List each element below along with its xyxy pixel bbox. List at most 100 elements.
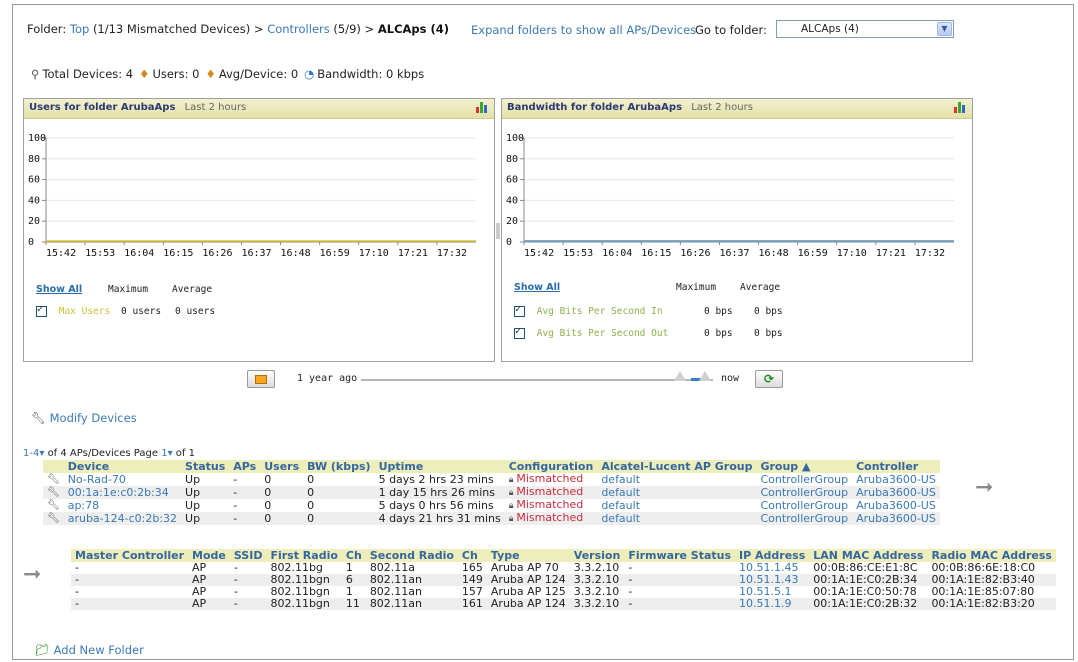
bar-chart-icon[interactable] xyxy=(476,102,488,113)
pager-page-chevron-down-icon[interactable]: ▾ xyxy=(168,448,173,459)
cell-text[interactable]: default xyxy=(601,512,640,525)
chevron-down-icon[interactable]: ▼ xyxy=(937,22,952,36)
wrench-icon[interactable]: 🔧︎ xyxy=(47,500,60,511)
breadcrumb-current: ALCAps (4) xyxy=(377,22,450,36)
cell-text[interactable]: default xyxy=(601,499,640,512)
cell-text: 0 xyxy=(307,498,315,512)
cell-text[interactable]: ControllerGroup xyxy=(760,499,848,512)
wrench-icon[interactable]: 🔧︎ xyxy=(47,474,60,485)
users-chart-range: Last 2 hours xyxy=(184,102,247,113)
table-cell[interactable]: 00:1a:1e:c0:2b:34 xyxy=(63,486,182,499)
breadcrumb: Folder: Top (1/13 Mismatched Devices) > … xyxy=(27,22,449,36)
time-range-slider[interactable] xyxy=(361,379,713,381)
column-header[interactable]: Alcatel-Lucent AP Group xyxy=(597,460,757,473)
cell-text[interactable]: aruba-124-c0:2b:32 xyxy=(68,512,177,525)
y-tick-label: 60 xyxy=(506,175,518,186)
table-cell: Aruba AP 124 xyxy=(486,598,570,610)
table-cell[interactable]: 10.51.1.9 xyxy=(735,597,810,610)
x-tick-label: 17:21 xyxy=(398,248,428,259)
column-header[interactable]: Controller xyxy=(852,460,940,473)
panel-splitter[interactable] xyxy=(496,223,500,239)
table-cell: - xyxy=(229,598,267,610)
table-cell[interactable]: ControllerGroup xyxy=(756,486,853,499)
table-row[interactable]: 🔧︎ 00:1a:1e:c0:2b:34 Up - 0 0 1 day 15 hrs 26 … xyxy=(43,486,940,499)
table-cell[interactable]: Aruba3600-US xyxy=(852,473,940,486)
cell-text: Mismatched xyxy=(516,498,584,511)
table-cell[interactable]: ControllerGroup xyxy=(756,512,853,525)
cell-text[interactable]: ap:78 xyxy=(68,499,99,512)
cell-text[interactable]: 10.51.1.9 xyxy=(739,597,791,610)
column-header[interactable]: Master Controller xyxy=(71,549,189,562)
table-row[interactable]: - AP - 802.11bgn 11 802.11an 161 Aruba AP 124 3.… xyxy=(71,598,1056,610)
bandwidth-stat: ◔ Bandwidth: 0 kbps xyxy=(304,67,425,81)
y-tick-label: 40 xyxy=(28,195,40,206)
add-new-folder[interactable]: 📁︎ Add New Folder xyxy=(35,643,144,657)
table-cell: - xyxy=(624,598,736,610)
cell-text[interactable]: 00:1a:1e:c0:2b:34 xyxy=(68,486,169,499)
table-cell[interactable]: Aruba3600-US xyxy=(852,512,940,525)
column-header[interactable]: BW (kbps) xyxy=(303,460,375,473)
pager-range-chevron-down-icon[interactable]: ▾ xyxy=(39,448,44,459)
row-action-cell[interactable]: 🔧︎ xyxy=(43,486,64,499)
x-tick-label: 15:53 xyxy=(85,248,115,259)
wrench-icon[interactable]: 🔧︎ xyxy=(47,487,60,498)
modify-devices[interactable]: 🔧︎ Modify Devices xyxy=(31,411,137,425)
goto-folder-select[interactable]: ALCAps (4) ▼ xyxy=(776,20,954,38)
cell-text[interactable]: Aruba3600-US xyxy=(856,499,936,512)
cell-text: Up xyxy=(185,485,201,499)
column-header[interactable]: APs xyxy=(229,460,261,473)
add-new-folder-link[interactable]: Add New Folder xyxy=(54,643,144,657)
cell-text[interactable]: Aruba3600-US xyxy=(856,512,936,525)
cell-text: 0 xyxy=(307,511,315,525)
table-cell[interactable]: aruba-124-c0:2b:32 xyxy=(63,512,182,525)
cell-text[interactable]: No-Rad-70 xyxy=(68,473,126,486)
column-header[interactable]: Uptime xyxy=(374,460,505,473)
bw-show-all-link[interactable]: Show All xyxy=(514,282,560,293)
table-cell[interactable]: Aruba3600-US xyxy=(852,499,940,512)
slider-end-handle[interactable] xyxy=(699,371,711,381)
table-cell[interactable]: default xyxy=(597,512,757,525)
users-show-all-link[interactable]: Show All xyxy=(36,284,82,295)
bar-chart-icon[interactable] xyxy=(954,102,966,113)
calendar-button[interactable] xyxy=(247,370,275,388)
row-action-cell[interactable]: 🔧︎ xyxy=(43,473,64,486)
column-header[interactable]: Group ▲ xyxy=(756,460,853,473)
table-cell[interactable]: default xyxy=(597,486,757,499)
modify-devices-link[interactable]: Modify Devices xyxy=(50,411,137,425)
cell-text[interactable]: Aruba3600-US xyxy=(856,486,936,499)
table-cell[interactable]: ControllerGroup xyxy=(756,499,853,512)
cell-text[interactable]: ControllerGroup xyxy=(760,486,848,499)
column-header[interactable]: Firmware Status xyxy=(624,549,736,562)
cell-text[interactable]: default xyxy=(601,486,640,499)
cell-text[interactable]: ControllerGroup xyxy=(760,512,848,525)
cell-text: 0 xyxy=(264,485,272,499)
column-header[interactable]: Status xyxy=(181,460,230,473)
refresh-button[interactable]: ⟳ xyxy=(755,370,783,388)
table-cell[interactable]: ap:78 xyxy=(63,499,182,512)
pager-range[interactable]: 1-4 xyxy=(23,448,39,459)
cell-text[interactable]: Aruba3600-US xyxy=(856,473,936,486)
cell-text[interactable]: default xyxy=(601,473,640,486)
table-row[interactable]: 🔧︎ No-Rad-70 Up -0 0 5 days 2 hrs 23 mins 🔒︎ M… xyxy=(43,473,940,486)
bits-in-checkbox[interactable] xyxy=(514,304,525,317)
column-header[interactable]: Users xyxy=(260,460,304,473)
table-row[interactable]: 🔧︎ ap:78 Up -0 0 5 days 0 hrs 56 mins 🔒︎ Misma… xyxy=(43,499,940,512)
wrench-icon[interactable]: 🔧︎ xyxy=(47,513,60,524)
user-icon: ♦ xyxy=(205,67,216,81)
slider-start-handle[interactable] xyxy=(674,371,686,381)
table-cell[interactable]: default xyxy=(597,499,757,512)
table-cell[interactable]: ControllerGroup xyxy=(756,473,853,486)
table-row[interactable]: 🔧︎ aruba-124-c0:2b:32 Up - 0 0 4 days 21 hrs 3… xyxy=(43,512,940,525)
max-users-checkbox[interactable] xyxy=(36,304,47,317)
table-cell[interactable]: No-Rad-70 xyxy=(63,473,182,486)
table-cell[interactable]: Aruba3600-US xyxy=(852,486,940,499)
row-action-cell[interactable]: 🔧︎ xyxy=(43,499,64,512)
breadcrumb-controllers-link[interactable]: Controllers xyxy=(267,22,330,36)
table-cell[interactable]: default xyxy=(597,473,757,486)
bits-out-checkbox[interactable] xyxy=(514,326,525,339)
row-action-cell[interactable]: 🔧︎ xyxy=(43,512,64,525)
column-header[interactable]: Device xyxy=(63,460,182,473)
expand-folders-link[interactable]: Expand folders to show all APs/Devices xyxy=(471,23,696,37)
cell-text[interactable]: ControllerGroup xyxy=(760,473,848,486)
breadcrumb-top-link[interactable]: Top xyxy=(70,22,89,36)
